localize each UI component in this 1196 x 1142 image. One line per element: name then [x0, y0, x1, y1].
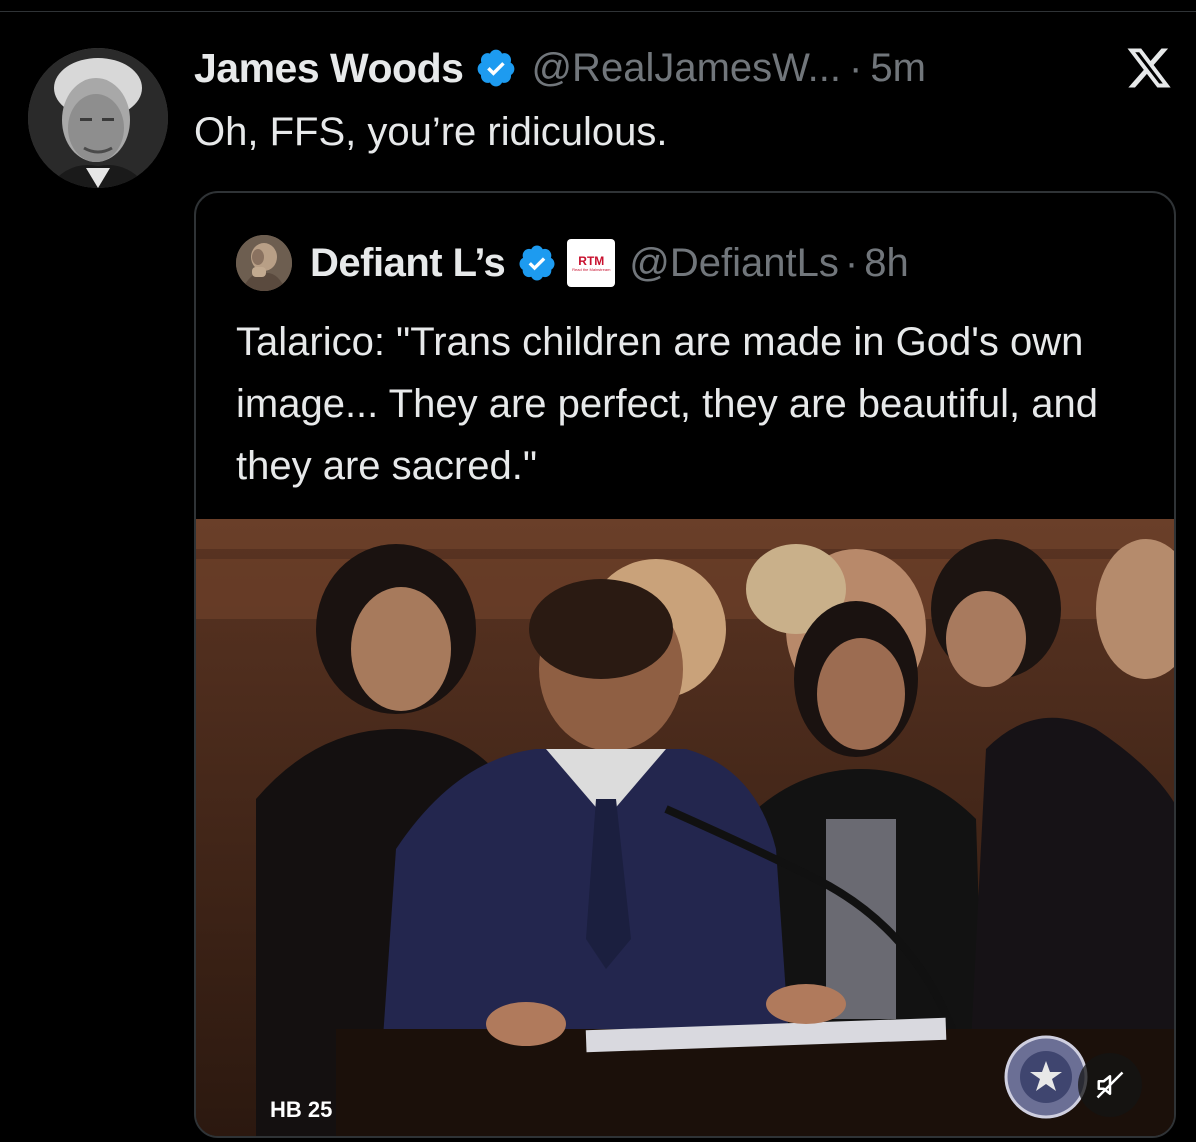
video-caption: HB 25 — [270, 1097, 333, 1122]
author-name[interactable]: James Woods — [194, 45, 464, 92]
quoted-author-name[interactable]: Defiant L’s — [310, 241, 506, 286]
speaker-muted-icon — [1096, 1071, 1124, 1099]
tweet-text: Oh, FFS, you’re ridiculous. — [194, 110, 668, 154]
verified-badge-icon — [478, 49, 515, 87]
tweet-header: James Woods @RealJamesW... · 5m — [194, 42, 926, 94]
affiliate-badge[interactable]: RTM Read the Mainstream — [567, 239, 616, 287]
x-logo-icon[interactable] — [1124, 44, 1174, 92]
mute-button[interactable] — [1078, 1053, 1142, 1117]
tweet[interactable]: James Woods @RealJamesW... · 5m Oh, FFS,… — [0, 0, 1196, 1142]
quoted-tweet-timestamp[interactable]: 8h — [864, 241, 909, 286]
quoted-author-avatar[interactable] — [236, 235, 292, 291]
header-separator: · — [849, 45, 863, 90]
tweet-timestamp[interactable]: 5m — [870, 46, 926, 91]
verified-badge-icon — [519, 245, 555, 281]
quoted-tweet-header: Defiant L’s RTM Read the Mainstream @Def… — [310, 237, 909, 289]
quoted-tweet-text: Talarico: "Trans children are made in Go… — [236, 320, 1098, 488]
author-avatar[interactable] — [28, 48, 168, 188]
author-handle[interactable]: @RealJamesW... — [531, 46, 841, 91]
video-frame — [196, 519, 1174, 1136]
quoted-author-handle[interactable]: @DefiantLs — [629, 241, 839, 286]
affiliate-badge-subtext: Read the Mainstream — [572, 266, 611, 272]
quoted-tweet-card[interactable]: Defiant L’s RTM Read the Mainstream @Def… — [194, 191, 1176, 1138]
affiliate-badge-text: RTM — [578, 253, 605, 268]
quoted-header-separator: · — [844, 240, 859, 285]
video-player[interactable]: HB 25 — [196, 519, 1174, 1136]
